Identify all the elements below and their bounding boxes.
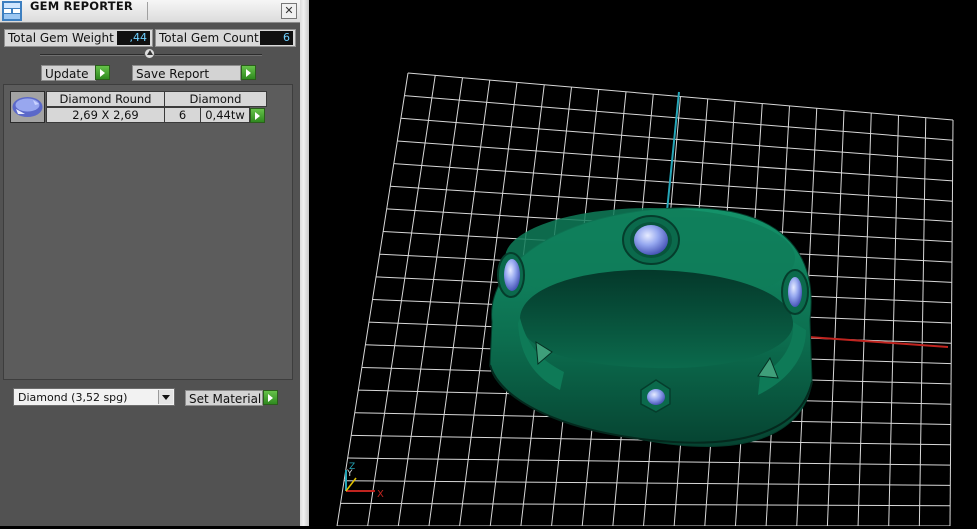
total-gem-weight-label: Total Gem Weight	[8, 31, 114, 45]
grid-line	[407, 72, 954, 121]
update-go-button[interactable]	[95, 65, 110, 80]
panel-title: GEM REPORTER	[30, 0, 133, 13]
round-diamond-icon	[11, 92, 44, 122]
chevron-down-icon[interactable]	[158, 390, 173, 404]
gem-size-cell: 2,69 X 2,69	[46, 107, 165, 123]
total-gem-weight-field: Total Gem Weight ,44	[4, 29, 153, 47]
total-gem-count-field: Total Gem Count 6	[155, 29, 296, 47]
gem-material-header: Diamond	[164, 91, 267, 107]
gem-bottom-center	[647, 389, 665, 405]
material-select-value: Diamond (3,52 spg)	[18, 391, 128, 404]
gem-list[interactable]	[3, 84, 293, 380]
gem-left	[504, 259, 520, 291]
viewport-canvas: X Y Z	[336, 72, 954, 527]
gem-right	[788, 277, 802, 307]
titlebar-divider	[147, 2, 148, 20]
panel-titlebar[interactable]: GEM REPORTER ✕	[0, 0, 300, 23]
material-select[interactable]: Diamond (3,52 spg)	[13, 388, 175, 406]
total-gem-count-value: 6	[260, 31, 293, 45]
set-material-go-button[interactable]	[263, 390, 278, 405]
save-report-go-button[interactable]	[241, 65, 256, 80]
close-button[interactable]: ✕	[281, 3, 297, 19]
gem-row-go-button[interactable]	[250, 108, 265, 123]
gem-thumbnail[interactable]	[10, 91, 45, 123]
gem-shape-header: Diamond Round	[46, 91, 165, 107]
3d-viewport[interactable]: X Y Z	[309, 0, 977, 527]
update-button[interactable]: Update	[41, 65, 96, 81]
gem-reporter-panel: GEM REPORTER ✕ Total Gem Weight ,44 Tota…	[0, 0, 300, 526]
total-gem-weight-value: ,44	[117, 31, 150, 45]
gem-reporter-app-icon	[2, 1, 22, 21]
gem-weight-cell: 0,44tw	[200, 107, 250, 123]
size-slider-thumb[interactable]	[144, 48, 155, 59]
panel-splitter[interactable]	[300, 0, 309, 526]
gizmo-z-label: Z	[349, 462, 355, 472]
save-report-button[interactable]: Save Report	[132, 65, 241, 81]
total-gem-count-label: Total Gem Count	[159, 31, 259, 45]
gem-count-cell: 6	[164, 107, 201, 123]
close-icon: ✕	[284, 4, 294, 17]
gizmo-x-label: X	[377, 489, 384, 500]
set-material-button[interactable]: Set Material	[185, 390, 263, 406]
gem-top-center	[634, 225, 668, 255]
